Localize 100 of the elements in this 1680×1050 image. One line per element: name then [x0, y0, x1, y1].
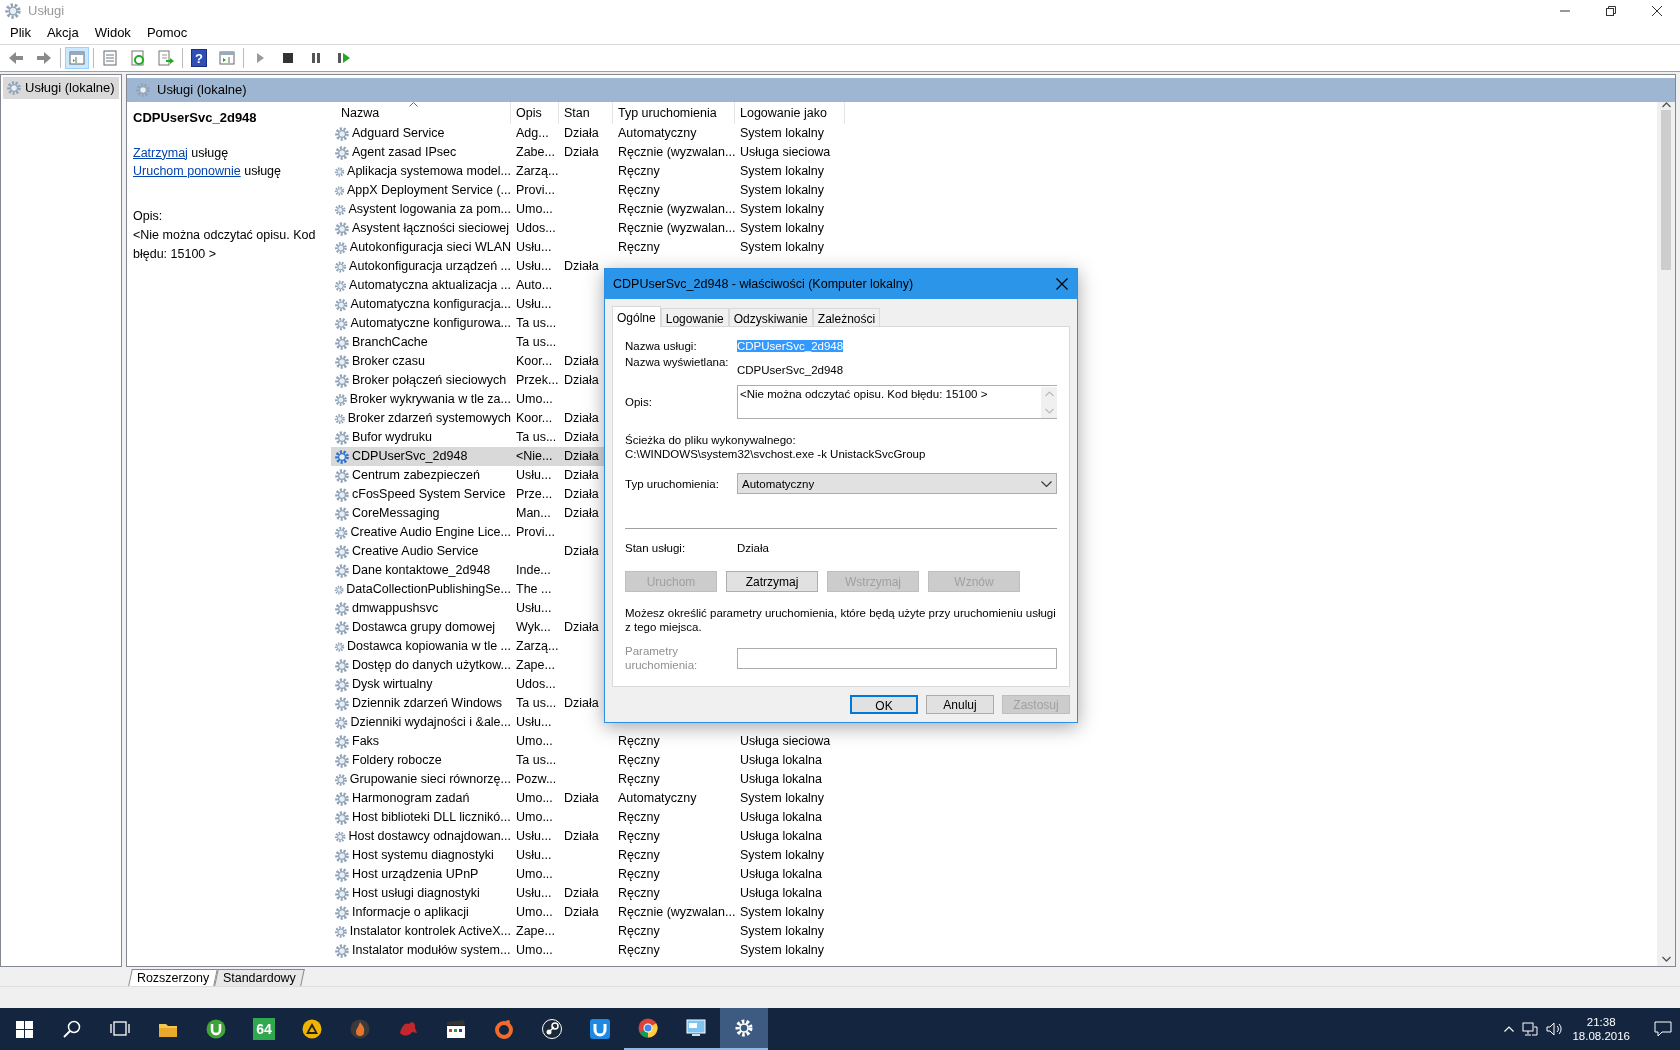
column-header[interactable]: Logowanie jako	[735, 102, 845, 124]
table-row[interactable]: CoreMessaging Man... Działa	[331, 504, 613, 523]
flame-icon[interactable]	[350, 1019, 370, 1039]
table-row[interactable]: Agent zasad IPsec Zabe... Działa Ręcznie (wyzwalan... Usługa sieciowa	[331, 143, 845, 162]
table-row[interactable]: Dysk wirtualny Udos...	[331, 675, 559, 694]
volume-icon[interactable]	[1546, 1022, 1565, 1036]
menu-item[interactable]: Pomoc	[138, 23, 196, 43]
table-row[interactable]: BranchCache Ta us...	[331, 333, 559, 352]
startup-type-dropdown[interactable]: Automatyczny	[737, 473, 1057, 494]
refresh-icon[interactable]	[130, 50, 146, 66]
action-pane-icon[interactable]	[219, 50, 235, 66]
table-row[interactable]: Harmonogram zadań Umo... Działa Automatyczny System lokalny	[331, 789, 845, 808]
table-row[interactable]: Dziennik zdarzeń Windows Ta us... Działa	[331, 694, 613, 713]
view-tab[interactable]: Rozszerzony	[128, 969, 219, 986]
dialog-tab[interactable]: Zależności	[812, 308, 881, 326]
table-row[interactable]: Autokonfiguracja urządzeń ... Usłu... Działa	[331, 257, 613, 276]
scrollbar-thumb[interactable]	[1661, 110, 1671, 270]
view-tab[interactable]: Standardowy	[214, 969, 306, 986]
table-row[interactable]: Instalator modułów system... Umo... Ręczny System lokalny	[331, 941, 845, 960]
column-header[interactable]: Opis	[511, 102, 559, 124]
restore-icon[interactable]	[1606, 6, 1616, 16]
table-row[interactable]: Automatyczna aktualizacja ... Auto...	[331, 276, 559, 295]
scroll-up-icon[interactable]	[1661, 102, 1671, 108]
cup-icon[interactable]	[590, 1019, 610, 1039]
table-row[interactable]: Dane kontaktowe_2d948 Inde...	[331, 561, 559, 580]
notification-icon[interactable]	[1654, 1021, 1672, 1037]
forward-arrow-icon[interactable]	[36, 50, 52, 66]
windows-logo-icon[interactable]	[15, 1020, 33, 1038]
table-row[interactable]: Creative Audio Service Działa	[331, 542, 613, 561]
table-row[interactable]: Host usługi diagnostyki Usłu... Działa Ręczny Usługa lokalna	[331, 884, 845, 903]
close-icon[interactable]	[1056, 278, 1068, 290]
table-row[interactable]: Broker zdarzeń systemowych Koor... Działa	[331, 409, 613, 428]
dialog-tab[interactable]: Odzyskiwanie	[728, 308, 813, 326]
action-link[interactable]: Uruchom ponownie	[133, 164, 241, 179]
action-link[interactable]: Zatrzymaj	[133, 145, 188, 160]
clock-time[interactable]: 21:38	[1572, 1015, 1630, 1029]
menu-item[interactable]: Akcja	[38, 23, 87, 43]
table-row[interactable]: Broker połączeń sieciowych Przek... Działa	[331, 371, 613, 390]
clock-date[interactable]: 18.08.2016	[1572, 1029, 1630, 1043]
table-row[interactable]: Dostęp do danych użytkow... Zape...	[331, 656, 559, 675]
taskbar-button[interactable]	[720, 1008, 768, 1050]
table-row[interactable]: Creative Audio Engine Lice... Provi...	[331, 523, 559, 542]
dialog-button[interactable]: Anuluj	[926, 695, 994, 714]
tree-item[interactable]: Usługi (lokalne)	[3, 77, 119, 99]
network-icon[interactable]	[1522, 1022, 1539, 1036]
table-row[interactable]: Asystent łączności sieciowej Udos... Ręcznie (wyzwalan... System lokalny	[331, 219, 845, 238]
close-icon[interactable]	[1652, 6, 1662, 16]
table-row[interactable]: Informacje o aplikacji Umo... Działa Ręcznie (wyzwalan... System lokalny	[331, 903, 845, 922]
table-row[interactable]: Host urządzenia UPnP Umo... Ręczny Usługa lokalna	[331, 865, 845, 884]
clapper-icon[interactable]	[446, 1019, 466, 1039]
help-button[interactable]: ?	[191, 49, 207, 67]
table-row[interactable]: Dostawca kopiowania w tle ... Zarzą...	[331, 637, 559, 656]
table-row[interactable]: Broker czasu Koor... Działa	[331, 352, 613, 371]
table-row[interactable]: dmwappushsvc Usłu...	[331, 599, 559, 618]
table-row[interactable]: Host biblioteki DLL licznikó... Umo... Ręczny Usługa lokalna	[331, 808, 845, 827]
export-icon[interactable]	[158, 50, 174, 66]
scrollbar[interactable]	[1657, 102, 1675, 966]
table-row[interactable]: DataCollectionPublishingSe... The ...	[331, 580, 559, 599]
table-row[interactable]: Instalator kontrolek ActiveX... Zape... Ręczny System lokalny	[331, 922, 845, 941]
search-icon[interactable]	[63, 1020, 81, 1038]
back-arrow-icon[interactable]	[8, 50, 24, 66]
table-row[interactable]: Centrum zabezpieczeń Usłu... Działa	[331, 466, 613, 485]
menu-item[interactable]: Widok	[86, 23, 139, 43]
dialog-tab[interactable]: Ogólne	[612, 306, 661, 327]
dialog-button[interactable]: OK	[850, 695, 918, 714]
stop-icon[interactable]	[280, 50, 296, 66]
ring-icon[interactable]	[494, 1019, 514, 1039]
table-row[interactable]: AppX Deployment Service (... Provi... Ręczny System lokalny	[331, 181, 845, 200]
monitor-icon[interactable]	[686, 1018, 706, 1038]
menu-item[interactable]: Plik	[2, 23, 39, 43]
dialog-tab[interactable]: Logowanie	[660, 308, 729, 326]
chevron-up-icon[interactable]	[1504, 1026, 1515, 1032]
service-button[interactable]: Zatrzymaj	[726, 571, 818, 592]
table-row[interactable]: Adguard Service Adg... Działa Automatyczny System lokalny	[331, 124, 845, 143]
table-row[interactable]: Automatyczna konfiguracja... Usłu...	[331, 295, 559, 314]
table-row[interactable]: Dzienniki wydajności i &ale... Usłu...	[331, 713, 559, 732]
torrent-icon[interactable]	[206, 1019, 226, 1039]
parameters-field[interactable]	[737, 647, 1057, 669]
table-row[interactable]: Aplikacja systemowa model... Zarzą... Ręczny System lokalny	[331, 162, 845, 181]
chevron-down-icon[interactable]	[1041, 480, 1052, 487]
table-row[interactable]: Grupowanie sieci równorzę... Pozw... Ręczny Usługa lokalna	[331, 770, 845, 789]
table-row[interactable]: Dostawca grupy domowej Wyk... Działa	[331, 618, 613, 637]
steam-icon[interactable]	[542, 1019, 562, 1039]
table-row[interactable]: Faks Umo... Ręczny Usługa sieciowa	[331, 732, 845, 751]
scroll-down-icon[interactable]	[1661, 956, 1671, 962]
column-header[interactable]: Nazwa	[331, 102, 511, 124]
table-row[interactable]: Broker wykrywania w tle za... Umo...	[331, 390, 559, 409]
table-row[interactable]: Bufor wydruku Ta us... Działa	[331, 428, 613, 447]
table-row[interactable]: Foldery robocze Ta us... Ręczny Usługa lokalna	[331, 751, 845, 770]
table-row[interactable]: Autokonfiguracja sieci WLAN Usłu... Ręczny System lokalny	[331, 238, 845, 257]
chrome-icon[interactable]	[638, 1018, 658, 1038]
column-header[interactable]: Stan	[559, 102, 613, 124]
column-header[interactable]: Typ uruchomienia	[613, 102, 735, 124]
resume-icon[interactable]	[336, 50, 352, 66]
table-row[interactable]: Asystent logowania za pom... Umo... Ręcznie (wyzwalan... System lokalny	[331, 200, 845, 219]
gear-icon[interactable]	[734, 1018, 754, 1038]
task-view-icon[interactable]	[110, 1019, 130, 1039]
table-row[interactable]: Automatyczne konfigurowa... Ta us...	[331, 314, 559, 333]
table-row[interactable]: Host systemu diagnostyki Usłu... Ręczny System lokalny	[331, 846, 845, 865]
table-row[interactable]: cFosSpeed System Service Prze... Działa	[331, 485, 613, 504]
